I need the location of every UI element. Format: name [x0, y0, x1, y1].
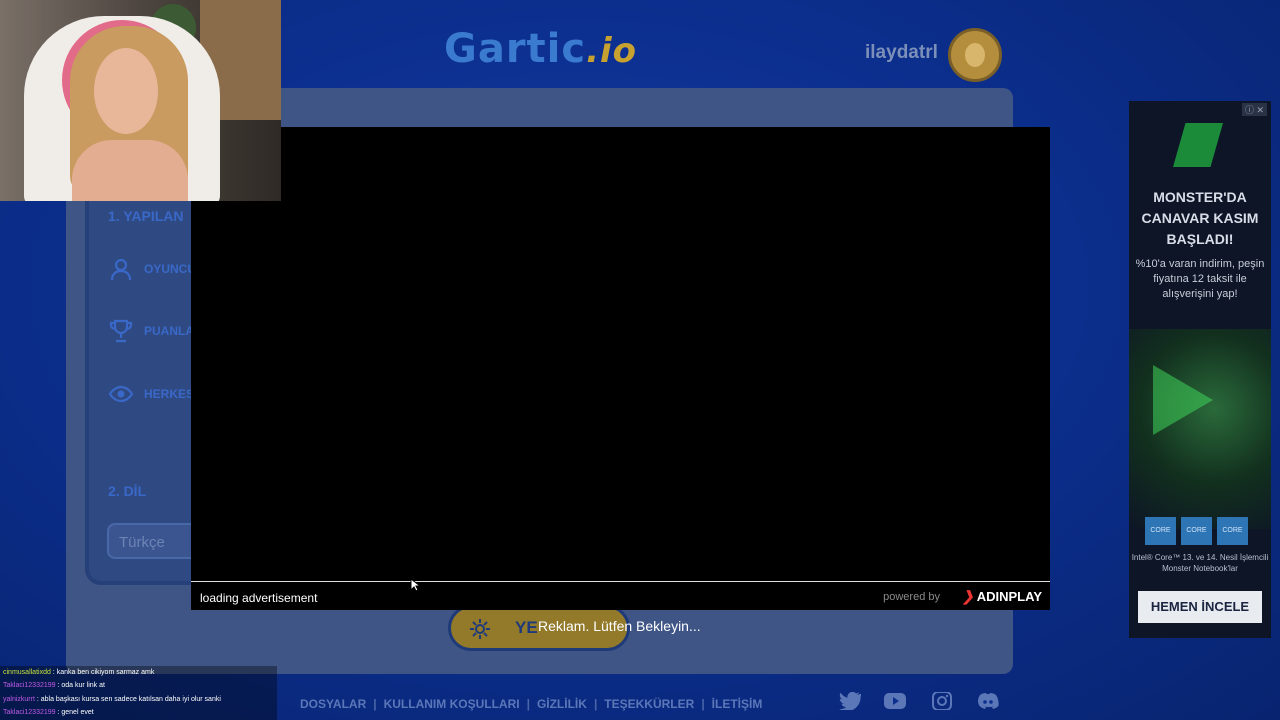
ad-headline: MONSTER'DA CANAVAR KASIM BAŞLADI! — [1141, 189, 1259, 247]
youtube-icon[interactable] — [884, 692, 906, 710]
mouse-cursor-icon — [410, 578, 420, 592]
user-avatar[interactable] — [948, 28, 1002, 82]
option-players[interactable]: OYUNCU — [108, 256, 196, 282]
footer-link-contact[interactable]: İLETİŞİM — [712, 697, 763, 711]
option-label: OYUNCU — [144, 262, 197, 276]
ad-body: %10'a varan indirim, peşin fiyatına 12 t… — [1135, 258, 1265, 300]
twitter-icon[interactable] — [839, 692, 861, 710]
ad-wait-message: Reklam. Lütfen Bekleyin... — [538, 618, 701, 634]
footer-separator: | — [526, 697, 530, 711]
ad-status-bar: loading advertisement powered by ❯ ADINPL… — [191, 581, 1050, 610]
intel-core-badge: CORE — [1217, 517, 1248, 545]
ad-loading-text: loading advertisement — [200, 591, 318, 605]
webcam-body — [72, 140, 188, 201]
streamer-webcam — [0, 0, 281, 201]
ad-choices-icon[interactable]: ⓘ ✕ — [1241, 103, 1267, 116]
start-button-label: YE — [515, 618, 538, 637]
logo-text: Gartic — [444, 26, 587, 72]
adinplay-logo[interactable]: ❯ ADINPLAY — [962, 588, 1042, 605]
eye-icon — [108, 385, 134, 403]
ad-powered-by: powered by — [883, 591, 940, 603]
instagram-icon[interactable] — [931, 692, 953, 710]
trophy-icon — [109, 319, 133, 343]
footer-link-thanks[interactable]: TEŞEKKÜRLER — [604, 697, 694, 711]
option-visibility[interactable]: HERKES — [108, 381, 194, 407]
chat-text: : kanka ben cikiyom sarmaz amk — [50, 669, 155, 676]
ad-footnote: Intel® Core™ 13. ve 14. Nesil İşlemcili … — [1131, 553, 1269, 573]
adinplay-mark-icon: ❯ — [962, 588, 974, 604]
chat-text: : abla başkası kursa sen sadece katılsan… — [34, 696, 221, 703]
chat-message: Taklaci12332199 : genel evet — [3, 709, 94, 716]
chat-message: yalnizkurrt : abla başkası kursa sen sad… — [3, 696, 221, 703]
footer-separator: | — [373, 697, 377, 711]
option-label: HERKES — [144, 387, 195, 401]
ad-cta-button[interactable]: HEMEN İNCELE — [1138, 591, 1262, 623]
chat-user: cinmusallatixdd — [3, 669, 51, 676]
footer-link-files[interactable]: DOSYALAR — [300, 697, 366, 711]
footer-links: DOSYALAR | KULLANIM KOŞULLARI | GİZLİLİK… — [300, 697, 762, 711]
intel-core-badge: CORE — [1145, 517, 1176, 545]
chat-message: Taklaci12332199 : oda kur link at — [3, 682, 105, 689]
user-icon — [110, 258, 132, 281]
intel-chip-badges: CORE CORE CORE — [1145, 517, 1248, 545]
video-ad-overlay: loading advertisement powered by ❯ ADINPL… — [191, 127, 1050, 610]
footer-link-terms[interactable]: KULLANIM KOŞULLARI — [384, 697, 520, 711]
gear-icon — [470, 619, 490, 639]
chat-user: yalnizkurrt — [3, 696, 35, 703]
footer-separator: | — [593, 697, 598, 711]
section-title-preset: 1. YAPILAN — [108, 208, 184, 224]
side-advertisement[interactable]: ⓘ ✕ MONSTER'DA CANAVAR KASIM BAŞLADI! %1… — [1129, 101, 1271, 638]
intel-core-badge: CORE — [1181, 517, 1212, 545]
chat-user: Taklaci12332199 — [3, 709, 56, 716]
chat-text: : oda kur link at — [55, 682, 105, 689]
ad-gamer-image — [1129, 329, 1271, 529]
chat-user: Taklaci12332199 — [3, 682, 56, 689]
section-title-language: 2. DİL — [108, 483, 147, 499]
monster-logo-icon — [1173, 123, 1223, 167]
discord-icon[interactable] — [977, 692, 999, 710]
gartic-logo[interactable]: Gartic.io — [444, 26, 640, 72]
stream-chat-overlay: cinmusallatixdd : kanka ben cikiyom sarm… — [0, 666, 277, 720]
option-label: PUANLA — [144, 324, 194, 338]
webcam-face — [94, 48, 158, 134]
logo-suffix: .io — [586, 31, 638, 71]
adinplay-brand: ADINPLAY — [976, 589, 1042, 604]
footer-link-privacy[interactable]: GİZLİLİK — [537, 697, 587, 711]
option-points[interactable]: PUANLA — [108, 318, 194, 344]
username[interactable]: ilaydatrl — [865, 42, 938, 64]
chat-text: : genel evet — [55, 709, 94, 716]
footer-separator: | — [701, 697, 705, 711]
chat-message: cinmusallatixdd : kanka ben cikiyom sarm… — [3, 669, 154, 676]
